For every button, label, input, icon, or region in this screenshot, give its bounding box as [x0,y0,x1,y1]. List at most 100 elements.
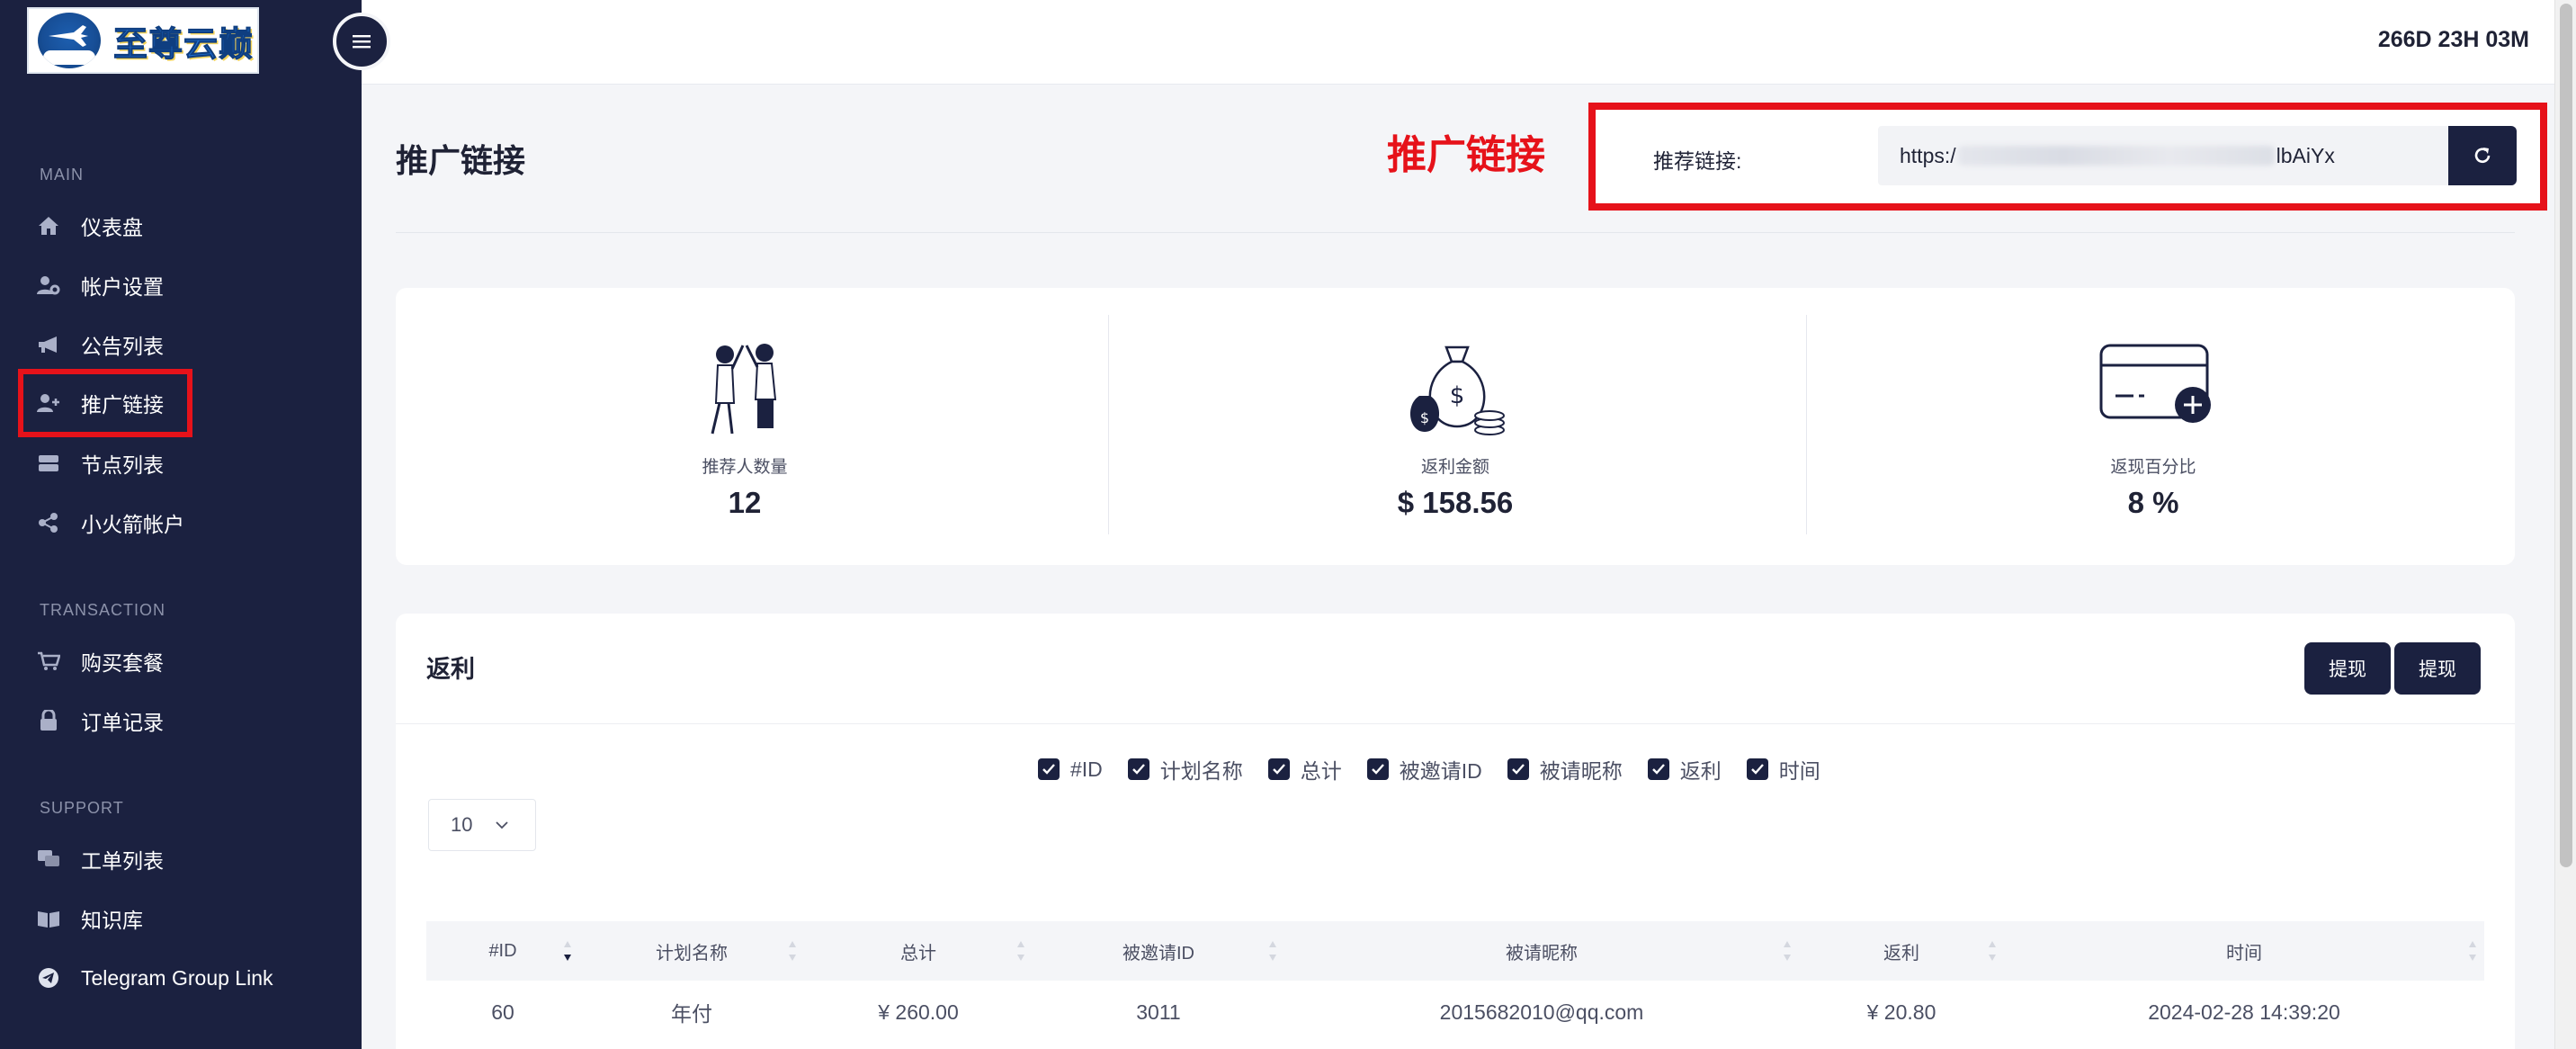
sidebar-item-tickets[interactable]: 工单列表 [18,829,342,889]
checkbox-checked-icon[interactable] [1647,758,1669,780]
sidebar-item-announcements[interactable]: 公告列表 [18,315,342,374]
toggle-column-time[interactable]: 时间 [1746,754,1820,785]
menu-toggle-button[interactable] [333,13,390,70]
referral-url-start: https:/ [1900,143,1956,167]
stat-value: 8 % [2127,486,2179,519]
checkbox-checked-icon[interactable] [1127,758,1149,780]
column-header-id[interactable]: #ID [426,921,579,981]
sidebar-item-orders[interactable]: 订单记录 [18,691,342,750]
credit-card-plus-illustration-icon [2099,344,2211,423]
table-row: 60 年付 ¥ 260.00 3011 2015682010@qq.com ¥ … [426,981,2484,1044]
referral-url-end: lbAiYx [2276,143,2335,167]
refresh-link-button[interactable] [2448,126,2517,185]
sidebar-item-referral-link[interactable]: 推广链接 [18,369,192,437]
withdraw-button-secondary[interactable]: 提现 [2394,642,2481,695]
stat-value: 12 [728,486,762,519]
home-icon [36,213,61,238]
high-five-illustration-icon [711,344,777,435]
column-header-time[interactable]: 时间 [2004,921,2484,981]
sidebar-item-knowledge-base[interactable]: 知识库 [18,889,342,948]
cell-nickname: 2015682010@qq.com [1439,1000,1644,1024]
nav-section-main: MAIN [40,166,84,184]
sidebar: 至尊云巅 MAIN 仪表盘 帐户设置 公告列表 推广链接 节点列表 小火箭帐户 … [0,0,362,1049]
lock-icon [36,708,61,733]
sort-icon [1017,941,1024,961]
svg-text:$: $ [1420,409,1429,426]
subscription-timer: 266D 23H 03M [2377,27,2529,52]
server-icon [36,451,61,476]
sort-icon [564,941,571,961]
user-plus-icon [36,390,61,416]
sidebar-item-label: 帐户设置 [81,275,164,299]
checkbox-checked-icon[interactable] [1746,758,1768,780]
user-gear-icon [36,273,61,298]
table-header: #ID 计划名称 总计 被邀请ID 被请昵称 返利 时间 [426,921,2484,981]
toggle-column-total[interactable]: 总计 [1267,754,1342,785]
cell-invitee-id: 3011 [1136,1000,1181,1024]
sort-icon [1269,941,1276,961]
page-title: 推广链接 [396,142,526,179]
sidebar-item-label: 节点列表 [81,453,164,477]
sidebar-item-buy-plan[interactable]: 购买套餐 [18,632,342,691]
toggle-column-nickname[interactable]: 被请昵称 [1507,754,1623,785]
sidebar-item-telegram-group[interactable]: Telegram Group Link [18,948,342,1008]
stat-value: $ 158.56 [1397,486,1514,519]
toggle-column-invitee-id[interactable]: 被邀请ID [1366,754,1482,785]
cell-total: ¥ 260.00 [878,1000,959,1024]
column-header-plan[interactable]: 计划名称 [579,921,804,981]
sidebar-item-shadowrocket-account[interactable]: 小火箭帐户 [18,493,342,552]
sidebar-item-label: 知识库 [81,909,143,932]
header-divider [396,232,2515,233]
sidebar-item-dashboard[interactable]: 仪表盘 [18,196,342,256]
withdraw-button[interactable]: 提现 [2304,642,2391,695]
cell-rebate: ¥ 20.80 [1866,1000,1936,1024]
sidebar-item-nodes[interactable]: 节点列表 [18,434,342,493]
money-bag-illustration-icon: $ $ [1409,345,1505,435]
stat-rebate-amount: $ $ 返利金额 $ 158.56 [1106,315,1804,534]
cart-icon [36,649,61,674]
rebate-title: 返利 [426,656,475,683]
page-scrollbar[interactable] [2554,0,2576,1049]
refresh-icon [2474,148,2491,164]
stat-label: 返利金额 [1420,458,1489,477]
toggle-column-id[interactable]: #ID [1038,754,1103,785]
stat-rebate-percent: 返现百分比 8 % [1804,315,2502,534]
checkbox-checked-icon[interactable] [1267,758,1290,780]
sort-icon [1989,941,1996,961]
sidebar-item-account-settings[interactable]: 帐户设置 [18,256,342,315]
sort-icon [2469,941,2476,961]
column-header-rebate[interactable]: 返利 [1799,921,2004,981]
brand-logo[interactable]: 至尊云巅 [27,7,259,74]
sidebar-item-label: 推广链接 [81,393,164,417]
nav-section-support: SUPPORT [40,799,124,817]
sort-icon [789,941,796,961]
share-nodes-icon [36,510,61,535]
page-size-value: 10 [451,813,473,836]
checkbox-checked-icon[interactable] [1366,758,1389,780]
toggle-column-plan[interactable]: 计划名称 [1127,754,1243,785]
megaphone-icon [36,332,61,357]
stats-card: 推荐人数量 12 $ $ 返利金额 $ 158.56 返现百分比 8 % [396,288,2515,565]
checkbox-checked-icon[interactable] [1038,758,1060,780]
chat-icon [36,847,61,872]
stat-label: 推荐人数量 [702,458,788,477]
sidebar-item-label: 公告列表 [81,335,164,358]
stat-referral-count: 推荐人数量 12 [396,315,1094,534]
checkbox-checked-icon[interactable] [1507,758,1529,780]
referral-link-field[interactable]: https:/ lbAiYx [1878,126,2450,185]
column-header-invitee-id[interactable]: 被邀请ID [1033,921,1284,981]
sort-icon [1784,941,1791,961]
stat-label: 返现百分比 [2110,458,2196,477]
annotation-label: 推广链接 [1387,133,1545,177]
blurred-url-segment [1957,146,2275,166]
sidebar-item-label: 仪表盘 [81,216,143,239]
rebate-card: 返利 提现 提现 #ID 计划名称 总计 被邀请ID 被请昵称 返利 时间 10… [396,614,2515,1049]
column-header-total[interactable]: 总计 [804,921,1033,981]
sidebar-item-label: 工单列表 [81,849,164,873]
scrollbar-thumb[interactable] [2560,4,2572,867]
book-icon [36,906,61,931]
page-size-select[interactable]: 10 [428,799,536,851]
toggle-column-rebate[interactable]: 返利 [1647,754,1722,785]
hamburger-icon [353,35,371,49]
column-header-nickname[interactable]: 被请昵称 [1284,921,1799,981]
